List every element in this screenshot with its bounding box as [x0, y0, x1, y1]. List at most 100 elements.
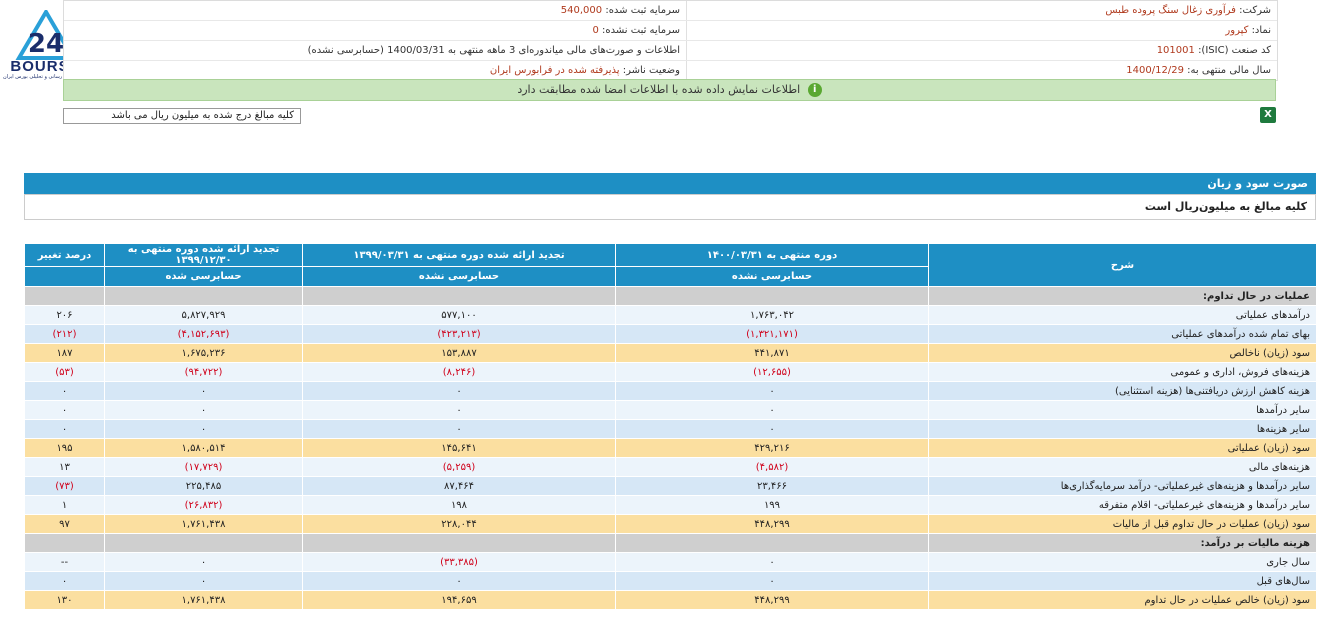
registered-capital-value: 540,000	[560, 5, 603, 16]
row-value-period-1: ۲۳,۴۶۶	[615, 476, 929, 496]
table-row: سود (زیان) ناخالص ۴۴۱,۸۷۱ ۱۵۳,۸۸۷ ۱,۶۷۵,۲۳۶…	[24, 343, 1317, 363]
info-label: وضعیت ناشر:	[622, 65, 680, 76]
row-change-percent: (۲۱۲)	[24, 324, 105, 344]
table-row: سود (زیان) عملیات در حال تداوم قبل از ما…	[24, 514, 1317, 534]
header-period-3-status: حسابرسی شده	[104, 266, 303, 287]
row-description: سود (زیان) ناخالص	[928, 343, 1317, 363]
row-value-period-2: (۸,۲۴۶)	[302, 362, 616, 382]
row-value-period-3: ۱,۶۷۵,۲۳۶	[104, 343, 303, 363]
section-title: صورت سود و زیان	[24, 173, 1316, 194]
row-change-percent	[24, 533, 105, 553]
row-description: سایر درآمدها	[928, 400, 1317, 420]
row-value-period-1	[615, 533, 929, 553]
table-row: سایر هزینه‌ها ۰ ۰ ۰ ۰	[24, 419, 1317, 439]
row-value-period-3: ۰	[104, 552, 303, 572]
table-row: درآمدهای عملیاتی ۱,۷۶۳,۰۴۲ ۵۷۷,۱۰۰ ۵,۸۲۷,۹۲…	[24, 305, 1317, 325]
row-value-period-2: ۱۹۸	[302, 495, 616, 515]
isic-value: 101001	[1156, 45, 1195, 56]
row-value-period-2: (۴۲۳,۲۱۳)	[302, 324, 616, 344]
row-description: سایر هزینه‌ها	[928, 419, 1317, 439]
row-description: عملیات در حال تداوم:	[928, 286, 1317, 306]
row-value-period-2: ۱۵۳,۸۸۷	[302, 343, 616, 363]
row-change-percent: (۵۳)	[24, 362, 105, 382]
table-row: سایر درآمدها ۰ ۰ ۰ ۰	[24, 400, 1317, 420]
row-change-percent: ۱۹۵	[24, 438, 105, 458]
unregistered-capital-value: 0	[592, 25, 599, 36]
header-period-2-status: حسابرسی نشده	[302, 266, 616, 287]
row-value-period-2	[302, 286, 616, 306]
row-change-percent	[24, 286, 105, 306]
info-row: سال مالی منتهی به: 1400/12/29 وضعیت ناشر…	[64, 61, 1277, 80]
verification-banner: i اطلاعات نمایش داده شده با اطلاعات امضا…	[63, 79, 1276, 101]
row-value-period-1: ۱۹۹	[615, 495, 929, 515]
row-value-period-2: ۱۹۴,۶۵۹	[302, 590, 616, 610]
table-row: هزینه‌های فروش، اداری و عمومی (۱۲,۶۵۵) (۸,…	[24, 362, 1317, 382]
row-value-period-1: ۰	[615, 381, 929, 401]
symbol-value: کپرور	[1225, 25, 1249, 36]
excel-export-icon[interactable]: X	[1260, 107, 1276, 123]
info-cell-unregistered-capital: سرمایه ثبت نشده: 0	[64, 21, 686, 40]
publisher-status-value: پذیرفته شده در فرابورس ایران	[489, 65, 620, 76]
table-row: سود (زیان) عملیاتی ۴۲۹,۲۱۶ ۱۴۵,۶۴۱ ۱,۵۸۰,۵۱…	[24, 438, 1317, 458]
row-change-percent: ۰	[24, 571, 105, 591]
check-circle-icon: i	[807, 83, 822, 97]
row-change-percent: ۰	[24, 400, 105, 420]
row-value-period-3: (۴,۱۵۲,۶۹۳)	[104, 324, 303, 344]
row-value-period-1: ۴۴۱,۸۷۱	[615, 343, 929, 363]
info-label: سال مالی منتهی به:	[1187, 65, 1271, 76]
row-description: درآمدهای عملیاتی	[928, 305, 1317, 325]
company-info-panel: شرکت: فرآوری زغال سنگ پروده طبس سرمایه ث…	[63, 0, 1278, 81]
row-value-period-2: (۵,۲۵۹)	[302, 457, 616, 477]
row-value-period-1: ۴۴۸,۲۹۹	[615, 514, 929, 534]
row-value-period-3: (۲۶,۸۳۲)	[104, 495, 303, 515]
row-change-percent: ۹۷	[24, 514, 105, 534]
header-blank	[24, 266, 105, 287]
row-description: سود (زیان) عملیاتی	[928, 438, 1317, 458]
company-name: فرآوری زغال سنگ پروده طبس	[1105, 5, 1236, 16]
table-row: سال جاری ۰ (۳۳,۳۸۵) ۰ --	[24, 552, 1317, 572]
table-row: سال‌های قبل ۰ ۰ ۰ ۰	[24, 571, 1317, 591]
row-value-period-3: ۰	[104, 419, 303, 439]
table-row: سایر درآمدها و هزینه‌های غیرعملیاتی- اقل…	[24, 495, 1317, 515]
row-description: بهای تمام شده درآمدهای عملیاتی	[928, 324, 1317, 344]
info-cell-isic: کد صنعت (ISIC): 101001	[686, 41, 1277, 60]
table-row: بهای تمام شده درآمدهای عملیاتی (۱,۳۲۱,۱۷۱…	[24, 324, 1317, 344]
row-description: هزینه کاهش ارزش دریافتنی‌ها (هزینه استثن…	[928, 381, 1317, 401]
row-change-percent: --	[24, 552, 105, 572]
table-row: سود (زیان) خالص عملیات در حال تداوم ۴۴۸,۲…	[24, 590, 1317, 610]
row-description: هزینه‌های فروش، اداری و عمومی	[928, 362, 1317, 382]
income-statement-table: شرح دوره منتهی به ۱۴۰۰/۰۳/۳۱ تجدید ارائه…	[24, 243, 1317, 610]
info-cell-report-type: اطلاعات و صورت‌های مالی میاندوره‌ای 3 ما…	[64, 41, 686, 60]
row-value-period-3	[104, 533, 303, 553]
row-description: سایر درآمدها و هزینه‌های غیرعملیاتی- درآ…	[928, 476, 1317, 496]
row-value-period-3: (۹۴,۷۲۲)	[104, 362, 303, 382]
info-cell-fiscal-year: سال مالی منتهی به: 1400/12/29	[686, 61, 1277, 80]
info-label: سرمایه ثبت نشده:	[602, 25, 680, 36]
table-section-row: عملیات در حال تداوم:	[24, 286, 1317, 306]
header-change-percent: درصد تغییر	[24, 243, 105, 267]
row-description: سال‌های قبل	[928, 571, 1317, 591]
info-label: کد صنعت (ISIC):	[1198, 45, 1271, 56]
table-row: هزینه کاهش ارزش دریافتنی‌ها (هزینه استثن…	[24, 381, 1317, 401]
row-change-percent: ۱۳	[24, 457, 105, 477]
info-row: نماد: کپرور سرمایه ثبت نشده: 0	[64, 21, 1277, 41]
row-value-period-2: ۲۲۸,۰۴۴	[302, 514, 616, 534]
info-row: کد صنعت (ISIC): 101001 اطلاعات و صورت‌ها…	[64, 41, 1277, 61]
info-cell-company: شرکت: فرآوری زغال سنگ پروده طبس	[686, 1, 1277, 20]
fiscal-year-value: 1400/12/29	[1126, 65, 1184, 76]
row-value-period-3: ۰	[104, 571, 303, 591]
row-change-percent: ۰	[24, 419, 105, 439]
row-description: سود (زیان) عملیات در حال تداوم قبل از ما…	[928, 514, 1317, 534]
row-value-period-1: (۱,۳۲۱,۱۷۱)	[615, 324, 929, 344]
row-change-percent: (۷۳)	[24, 476, 105, 496]
row-change-percent: ۲۰۶	[24, 305, 105, 325]
section-subtitle: کلیه مبالغ به میلیون‌ریال است	[24, 194, 1316, 220]
row-value-period-2: ۰	[302, 400, 616, 420]
row-change-percent: ۱	[24, 495, 105, 515]
header-period-1-status: حسابرسی نشده	[615, 266, 929, 287]
table-row: سایر درآمدها و هزینه‌های غیرعملیاتی- درآ…	[24, 476, 1317, 496]
banner-text: اطلاعات نمایش داده شده با اطلاعات امضا ش…	[517, 83, 801, 96]
row-value-period-3: ۱,۷۶۱,۴۳۸	[104, 590, 303, 610]
row-value-period-1: (۴,۵۸۲)	[615, 457, 929, 477]
row-value-period-2: ۰	[302, 571, 616, 591]
